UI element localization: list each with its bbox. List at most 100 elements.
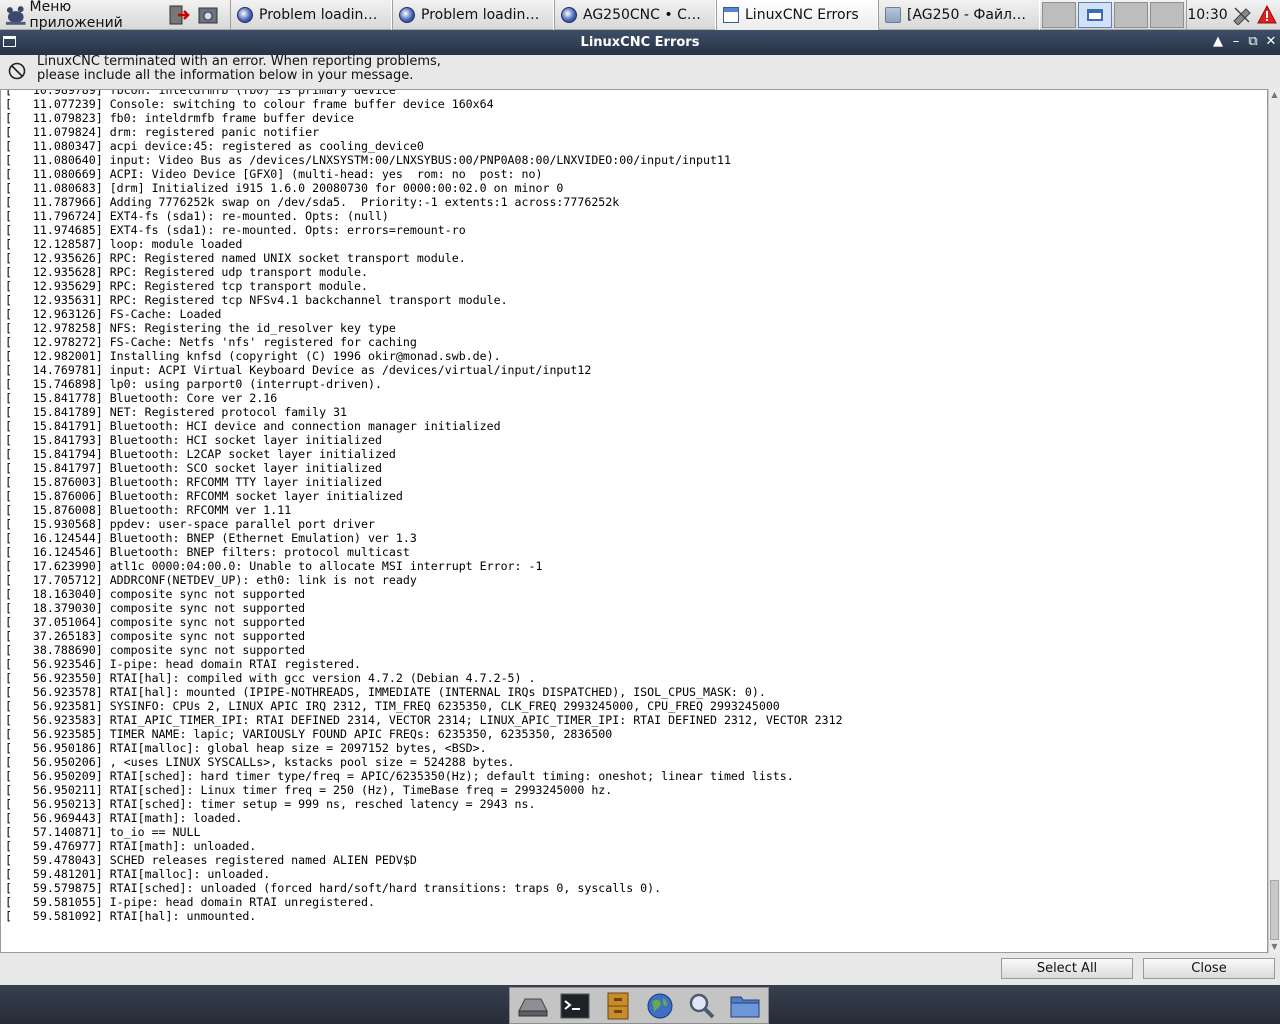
file-cabinet-launcher[interactable] (602, 991, 634, 1021)
close-window-button[interactable]: ✕ (1263, 34, 1279, 50)
firefox-icon (561, 7, 577, 23)
log-line: [ 12.978258] NFS: Registering the id_res… (5, 321, 396, 335)
warning-icon (1257, 5, 1277, 24)
error-message: LinuxCNC terminated with an error. When … (37, 55, 441, 83)
log-line: [ 56.923546] I-pipe: head domain RTAI re… (5, 657, 361, 671)
workspace-2[interactable] (1078, 2, 1112, 28)
web-browser-launcher[interactable] (644, 991, 676, 1021)
log-line: [ 10.989789] fbcon: inteldrmfb (fb0) is … (5, 89, 396, 97)
logout-launcher[interactable] (166, 0, 192, 30)
log-line: [ 56.969443] RTAI[math]: loaded. (5, 811, 243, 825)
workspace-3[interactable] (1114, 2, 1148, 28)
taskbar-item-3[interactable]: AG250CNC • Стан... (554, 0, 716, 30)
scroll-down-arrow-icon[interactable]: ▼ (1269, 941, 1280, 953)
log-line: [ 15.876008] Bluetooth: RFCOMM ver 1.11 (5, 503, 292, 517)
error-message-line: LinuxCNC terminated with an error. When … (37, 54, 441, 69)
window-icon (723, 7, 739, 23)
log-line: [ 15.841789] NET: Registered protocol fa… (5, 405, 348, 419)
log-line: [ 15.841797] Bluetooth: SCO socket layer… (5, 461, 382, 475)
terminal-launcher[interactable] (559, 991, 591, 1021)
clock[interactable]: 10:30 (1186, 0, 1228, 30)
shade-button[interactable]: ▲ (1210, 34, 1226, 50)
error-message-bar: LinuxCNC terminated with an error. When … (0, 55, 1280, 89)
log-line: [ 11.077239] Console: switching to colou… (5, 97, 494, 111)
log-line: [ 56.923583] RTAI_APIC_TIMER_IPI: RTAI D… (5, 713, 843, 727)
log-line: [ 12.935629] RPC: Registered tcp transpo… (5, 279, 368, 293)
log-line: [ 11.796724] EXT4-fs (sda1): re-mounted.… (5, 209, 389, 223)
network-tray[interactable] (1230, 0, 1254, 30)
log-line: [ 15.746898] lp0: using parport0 (interr… (5, 377, 382, 391)
log-line: [ 15.876003] Bluetooth: RFCOMM TTY layer… (5, 475, 382, 489)
select-all-button[interactable]: Select All (1001, 958, 1133, 979)
log-line: [ 59.478043] SCHED releases registered n… (5, 853, 417, 867)
log-line: [ 14.769781] input: ACPI Virtual Keyboar… (5, 363, 592, 377)
applications-menu-button[interactable]: Меню приложений (0, 0, 166, 31)
taskbar-item-5[interactable]: [AG250 - Файлов... (878, 0, 1040, 30)
log-line: [ 12.978272] FS-Cache: Netfs 'nfs' regis… (5, 335, 417, 349)
log-line: [ 11.974685] EXT4-fs (sda1): re-mounted.… (5, 223, 466, 237)
vertical-scrollbar[interactable]: ▲ ▼ (1268, 89, 1280, 953)
log-line: [ 15.876006] Bluetooth: RFCOMM socket la… (5, 489, 403, 503)
folder-icon (885, 7, 901, 23)
minimize-button[interactable]: – (1228, 34, 1244, 50)
drive-launcher[interactable] (517, 991, 549, 1021)
log-line: [ 12.935631] RPC: Registered tcp NFSv4.1… (5, 293, 508, 307)
bottom-panel (0, 985, 1280, 1024)
log-line: [ 15.841794] Bluetooth: L2CAP socket lay… (5, 447, 396, 461)
log-line: [ 56.950186] RTAI[malloc]: global heap s… (5, 741, 487, 755)
scroll-up-arrow-icon[interactable]: ▲ (1269, 89, 1280, 101)
log-line: [ 18.379030] composite sync not supporte… (5, 601, 306, 615)
log-line: [ 56.923581] SYSINFO: CPUs 2, LINUX APIC… (5, 699, 780, 713)
error-log-textview[interactable]: [ 10.989789] fbcon: inteldrmfb (fb0) is … (0, 89, 1268, 953)
applications-menu-label: Меню приложений (29, 0, 123, 31)
error-icon (8, 62, 26, 80)
top-panel: Меню приложений Problem loading p... Pro… (0, 0, 1280, 31)
window-titlebar[interactable]: LinuxCNC Errors ▲ – ⧉ ✕ (0, 30, 1280, 55)
log-line: [ 56.923578] RTAI[hal]: mounted (IPIPE-N… (5, 685, 766, 699)
xfce-mouse-icon (5, 6, 26, 25)
web-browser-icon (647, 993, 673, 1018)
log-line: [ 57.140871] to_io == NULL (5, 825, 201, 839)
screenshot-launcher[interactable] (195, 0, 221, 30)
error-message-line: please include all the information below… (37, 68, 414, 83)
taskbar-item-2[interactable]: Problem loading p... (392, 0, 554, 30)
window-icon (1087, 9, 1103, 21)
log-line: [ 59.476977] RTAI[math]: unloaded. (5, 839, 257, 853)
log-line: [ 15.930568] ppdev: user-space parallel … (5, 517, 375, 531)
taskbar-item-1[interactable]: Problem loading p... (230, 0, 392, 30)
scrollbar-thumb[interactable] (1270, 880, 1279, 940)
launcher-bar (509, 987, 769, 1024)
taskbar-item-label: Problem loading p... (421, 7, 547, 23)
log-line: [ 59.581092] RTAI[hal]: unmounted. (5, 909, 257, 923)
log-line: [ 11.080669] ACPI: Video Device [GFX0] (… (5, 167, 543, 181)
window-title: LinuxCNC Errors (580, 35, 700, 50)
log-line: [ 11.079824] drm: registered panic notif… (5, 125, 320, 139)
taskbar-item-label: LinuxCNC Errors (745, 7, 859, 23)
firefox-icon (237, 7, 253, 23)
log-line: [ 12.963126] FS-Cache: Loaded (5, 307, 222, 321)
log-line: [ 56.950211] RTAI[sched]: Linux timer fr… (5, 783, 613, 797)
log-line: [ 12.982001] Installing knfsd (copyright… (5, 349, 501, 363)
file-manager-launcher[interactable] (729, 991, 761, 1021)
dialog-button-bar: Select All Close (0, 953, 1280, 985)
log-line: [ 37.051064] composite sync not supporte… (5, 615, 306, 629)
workspace-1[interactable] (1042, 2, 1076, 28)
taskbar-item-label: AG250CNC • Стан... (583, 7, 709, 23)
log-line: [ 12.935626] RPC: Registered named UNIX … (5, 251, 466, 265)
network-disconnected-icon (1233, 7, 1251, 25)
terminal-icon (560, 993, 590, 1018)
log-line: [ 56.923585] TIMER NAME: lapic; VARIOUSL… (5, 727, 613, 741)
close-button[interactable]: Close (1143, 958, 1275, 979)
warning-tray[interactable] (1255, 0, 1279, 30)
log-line: [ 59.579875] RTAI[sched]: unloaded (forc… (5, 881, 662, 895)
log-line: [ 56.950209] RTAI[sched]: hard timer typ… (5, 769, 794, 783)
log-line: [ 38.788690] composite sync not supporte… (5, 643, 306, 657)
log-line: [ 17.705712] ADDRCONF(NETDEV_UP): eth0: … (5, 573, 417, 587)
taskbar-item-4[interactable]: LinuxCNC Errors (716, 0, 878, 30)
log-line: [ 11.080683] [drm] Initialized i915 1.6.… (5, 181, 564, 195)
log-line: [ 15.841778] Bluetooth: Core ver 2.16 (5, 391, 278, 405)
search-icon (690, 993, 715, 1018)
maximize-button[interactable]: ⧉ (1245, 34, 1261, 50)
search-launcher[interactable] (686, 991, 718, 1021)
workspace-4[interactable] (1150, 2, 1184, 28)
